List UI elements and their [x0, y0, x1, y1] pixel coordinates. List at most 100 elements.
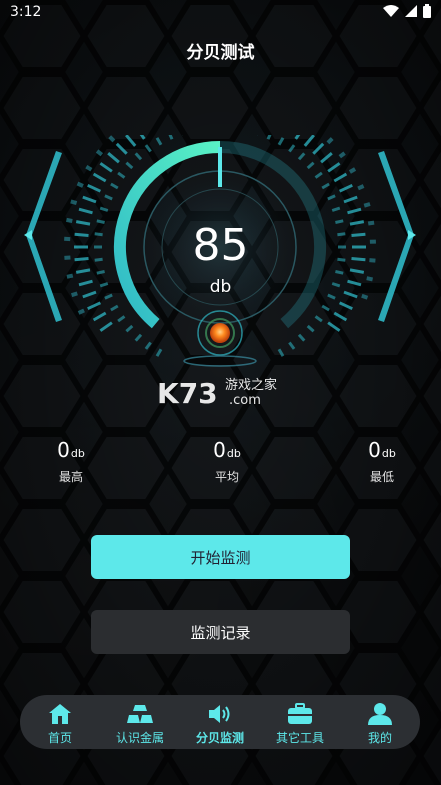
gauge-tick: [306, 161, 315, 170]
gauge-tick: [99, 321, 113, 332]
tab-home[interactable]: 首页: [20, 701, 100, 746]
tab-decibel-label: 分贝监测: [195, 731, 244, 745]
battery-icon: [423, 4, 431, 18]
tab-metals[interactable]: 认识金属: [100, 701, 180, 746]
needle: [218, 147, 222, 187]
gauge-tick: [134, 152, 143, 161]
gauge-tick: [294, 135, 301, 140]
monitor-records-button[interactable]: 监测记录: [91, 610, 350, 654]
gauge-tick: [125, 135, 137, 147]
gauge-tick: [99, 162, 113, 173]
watermark-domain: .com: [229, 393, 261, 408]
gauge-tick: [96, 270, 105, 275]
gauge-tick: [77, 308, 85, 315]
gauge-tick: [115, 142, 128, 155]
gauge-tick: [66, 217, 73, 223]
gauge-tick: [92, 172, 107, 183]
gauge-tick: [288, 341, 296, 350]
gauge-tick: [75, 268, 91, 274]
gauge-tick: [99, 206, 109, 212]
watermark-brand: K73: [157, 377, 218, 409]
gauge-tick: [144, 144, 152, 153]
gauge-tick: [348, 167, 357, 174]
page-title: 分贝测试: [186, 43, 255, 63]
gauge-tick: [335, 270, 344, 275]
stat-avg-value: 0: [213, 438, 226, 462]
gauge-tick: [82, 195, 97, 204]
stats-row: 0db 最高 0db 平均 0db 最低: [0, 438, 441, 488]
orb-base: [183, 355, 257, 367]
gold-bars-icon: [127, 705, 153, 723]
gauge-tick: [306, 324, 315, 333]
home-icon: [49, 704, 71, 724]
stat-min-unit: db: [381, 447, 396, 460]
gauge-tick: [349, 268, 365, 274]
gauge-tick: [134, 333, 143, 342]
gauge-tick: [303, 135, 315, 147]
gauge-tick: [155, 137, 163, 146]
gauge-tick: [92, 311, 107, 322]
watermark-logo: K73 游戏之家 .com: [157, 377, 277, 409]
gauge-tick: [338, 301, 353, 311]
speaker-icon: [209, 705, 230, 723]
gauge-tick: [266, 135, 272, 140]
gauge-tick: [144, 341, 152, 350]
gauge-tick: [320, 152, 333, 164]
gauge-tick: [155, 348, 163, 357]
gauge-tick: [297, 333, 306, 342]
gauge-tick: [70, 199, 78, 206]
stat-avg-unit: db: [226, 447, 241, 460]
gauge-tick: [125, 161, 134, 170]
stat-min-label: 最低: [369, 470, 394, 484]
decibel-unit: db: [209, 277, 232, 297]
start-monitor-button[interactable]: 开始监测: [91, 535, 350, 579]
gauge-tick: [277, 137, 285, 146]
gauge-tick: [338, 183, 353, 193]
gauge-tick: [327, 194, 336, 201]
status-icons: [383, 4, 431, 18]
gauge-tick: [139, 135, 146, 140]
stat-min: 0db 最低: [337, 438, 427, 485]
gauge-tick: [117, 171, 126, 179]
gauge-tick: [321, 304, 330, 312]
gauge-tick: [277, 348, 285, 357]
wifi-icon: [383, 5, 399, 17]
signal-icon: [405, 5, 417, 17]
tab-tools-label: 其它工具: [275, 731, 324, 745]
gauge-tick: [85, 164, 93, 172]
tab-mine[interactable]: 我的: [340, 701, 420, 746]
gauge-tick: [327, 162, 341, 173]
gauge-tick: [87, 301, 102, 311]
stat-max-unit: db: [70, 447, 85, 460]
gauge-tick: [314, 315, 323, 323]
gauge-tick: [331, 206, 341, 212]
gauge-tick: [95, 149, 104, 157]
gauge-tick: [326, 137, 334, 145]
gauge-tick: [343, 195, 358, 204]
gauge-tick: [314, 171, 323, 179]
gauge-tick: [110, 304, 119, 312]
decibel-value: 85: [192, 220, 249, 271]
gauge-tick: [327, 321, 341, 332]
tab-home-label: 首页: [47, 731, 72, 745]
toolbox-icon: [288, 703, 312, 724]
status-bar: 3:12: [0, 0, 441, 26]
tab-decibel[interactable]: 分贝监测: [180, 701, 260, 746]
gauge-tick: [338, 151, 346, 159]
gauge-tick: [117, 315, 126, 323]
gauge-tick: [333, 311, 348, 322]
gauge-tick: [125, 324, 134, 333]
gauge-tick: [288, 144, 296, 153]
stat-max-value: 0: [57, 438, 70, 462]
gauge-tick: [357, 184, 365, 191]
tab-metals-label: 认识金属: [115, 731, 164, 745]
sound-orb: [210, 323, 230, 343]
stat-avg-label: 平均: [214, 470, 239, 484]
gauge-tick: [87, 183, 102, 193]
gauge-tick: [107, 152, 120, 164]
stat-min-value: 0: [368, 438, 381, 462]
tab-tools[interactable]: 其它工具: [260, 701, 340, 746]
gauge-tick: [108, 135, 116, 143]
gauge-tick: [363, 202, 371, 208]
tab-mine-label: 我的: [367, 731, 392, 745]
